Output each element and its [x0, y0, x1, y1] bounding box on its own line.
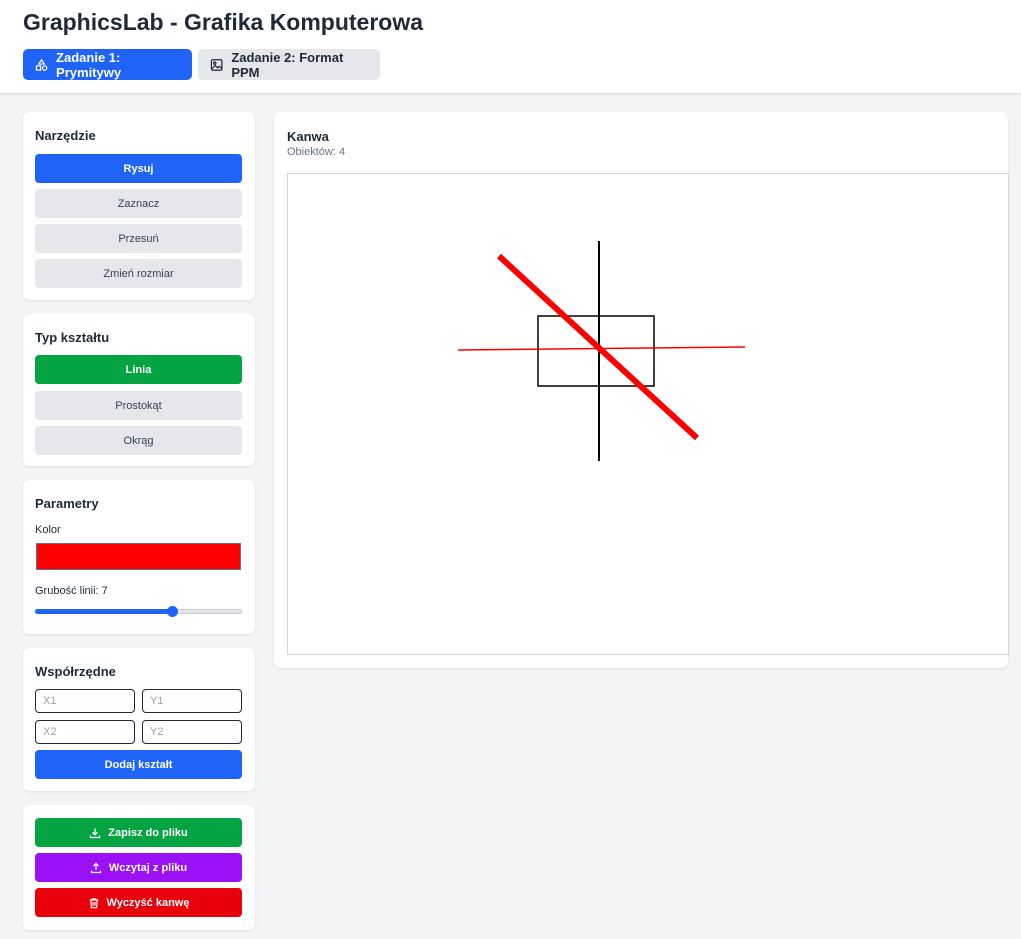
shape-circle-button[interactable]: Okrąg: [35, 426, 242, 455]
shape-rectangle-button[interactable]: Prostokąt: [35, 391, 242, 420]
tool-select-button[interactable]: Zaznacz: [35, 189, 242, 218]
drawing-canvas[interactable]: [287, 173, 1009, 655]
parameters-panel-title: Parametry: [35, 496, 99, 511]
tool-draw-button[interactable]: Rysuj: [35, 154, 242, 183]
x2-input[interactable]: [35, 720, 135, 744]
save-to-file-button[interactable]: Zapisz do pliku: [35, 818, 242, 847]
tool-move-button[interactable]: Przesuń: [35, 224, 242, 253]
shape-panel-title: Typ kształtu: [35, 330, 110, 345]
shape-type-panel: Typ kształtu Linia Prostokąt Okrąg: [23, 314, 255, 466]
color-label: Kolor: [35, 524, 61, 536]
tool-panel: Narzędzie Rysuj Zaznacz Przesuń Zmień ro…: [23, 112, 255, 300]
x1-input[interactable]: [35, 689, 135, 713]
coordinates-panel-title: Współrzędne: [35, 664, 116, 679]
load-label: Wczytaj z pliku: [108, 861, 188, 874]
object-count: Obiektów: 4: [287, 146, 346, 158]
tool-resize-button[interactable]: Zmień rozmiar: [35, 259, 242, 288]
shape-line-button[interactable]: Linia: [35, 355, 242, 384]
download-icon: [90, 828, 101, 838]
rectangle-shape[interactable]: [537, 315, 655, 387]
add-shape-button[interactable]: Dodaj kształt: [35, 750, 242, 779]
clear-canvas-button[interactable]: Wyczyść kanwę: [35, 888, 242, 917]
save-label: Zapisz do pliku: [108, 826, 188, 839]
y1-input[interactable]: [142, 689, 242, 713]
color-picker[interactable]: [36, 543, 241, 570]
clear-label: Wyczyść kanwę: [106, 896, 190, 909]
tab-primitives[interactable]: Zadanie 1: Prymitywy: [23, 49, 192, 80]
tool-panel-title: Narzędzie: [35, 128, 96, 143]
coordinates-panel: Współrzędne Dodaj kształt: [23, 648, 255, 791]
slider-thumb[interactable]: [166, 606, 178, 617]
y2-input[interactable]: [142, 720, 242, 744]
canvas-title: Kanwa: [287, 129, 329, 144]
thickness-label: Grubość linii: 7: [35, 585, 108, 597]
slider-fill: [35, 609, 172, 614]
app-header: GraphicsLab - Grafika Komputerowa Zadani…: [0, 0, 1021, 93]
load-from-file-button[interactable]: Wczytaj z pliku: [35, 853, 242, 882]
shapes-icon: [35, 58, 48, 71]
image-icon: [210, 58, 223, 71]
canvas-panel: Kanwa Obiektów: 4: [274, 112, 1009, 668]
upload-icon: [90, 862, 102, 873]
tab-label: Zadanie 1: Prymitywy: [56, 49, 122, 80]
tab-ppm-format[interactable]: Zadanie 2: Format PPM: [198, 49, 380, 80]
parameters-panel: Parametry Kolor Grubość linii: 7: [23, 480, 255, 634]
canvas-drawing: [457, 241, 746, 461]
file-panel: Zapisz do pliku Wczytaj z pliku Wyczyść …: [23, 805, 255, 930]
thickness-slider[interactable]: [35, 606, 242, 617]
trash-icon: [89, 897, 98, 908]
tab-label: Zadanie 2: Format PPM: [231, 49, 344, 80]
app-title: GraphicsLab - Grafika Komputerowa: [23, 9, 424, 35]
